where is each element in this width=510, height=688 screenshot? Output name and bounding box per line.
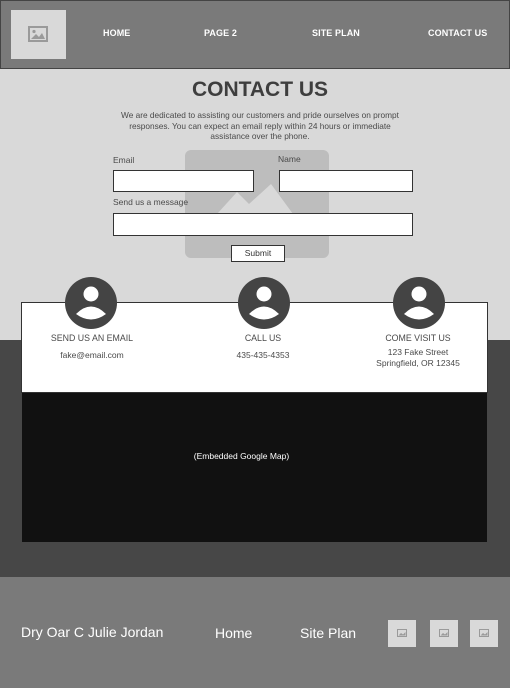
nav-home-link[interactable]: HOME bbox=[103, 28, 130, 38]
visit-address-line1: 123 Fake Street bbox=[387, 347, 449, 357]
embedded-map[interactable] bbox=[22, 393, 487, 542]
background-image-placeholder-icon bbox=[185, 150, 329, 258]
call-info-title: CALL US bbox=[244, 333, 282, 343]
nav-contact-link[interactable]: CONTACT US bbox=[428, 28, 487, 38]
visit-info-title: COME VISIT US bbox=[385, 333, 451, 343]
footer-home-link[interactable]: Home bbox=[215, 625, 252, 641]
name-label: Name bbox=[278, 154, 301, 164]
social-image-icon[interactable] bbox=[388, 620, 416, 647]
message-label: Send us a message bbox=[113, 197, 189, 207]
logo-image-icon[interactable] bbox=[11, 10, 66, 59]
email-info-title: SEND US AN EMAIL bbox=[50, 333, 134, 343]
map-label: (Embedded Google Map) bbox=[193, 451, 290, 461]
page-title: CONTACT US bbox=[191, 78, 329, 101]
call-info-value[interactable]: 435-435-4353 bbox=[213, 350, 313, 361]
submit-button[interactable]: Submit bbox=[231, 245, 285, 262]
email-info-value[interactable]: fake@email.com bbox=[42, 350, 142, 361]
name-field[interactable] bbox=[279, 170, 413, 192]
footer-brand: Dry Oar C Julie Jordan bbox=[21, 624, 164, 640]
email-field[interactable] bbox=[113, 170, 254, 192]
social-image-icon[interactable] bbox=[470, 620, 498, 647]
nav-page2-link[interactable]: PAGE 2 bbox=[204, 28, 237, 38]
user-avatar-icon bbox=[238, 277, 290, 329]
social-image-icon[interactable] bbox=[430, 620, 458, 647]
user-avatar-icon bbox=[65, 277, 117, 329]
nav-site-plan-link[interactable]: SITE PLAN bbox=[312, 28, 360, 38]
email-label: Email bbox=[113, 155, 135, 165]
contact-intro-text: We are dedicated to assisting our custom… bbox=[121, 110, 399, 141]
footer-site-plan-link[interactable]: Site Plan bbox=[300, 625, 356, 641]
message-field[interactable] bbox=[113, 213, 413, 236]
user-avatar-icon bbox=[393, 277, 445, 329]
visit-address-line2: Springfield, OR 12345 bbox=[376, 358, 460, 368]
